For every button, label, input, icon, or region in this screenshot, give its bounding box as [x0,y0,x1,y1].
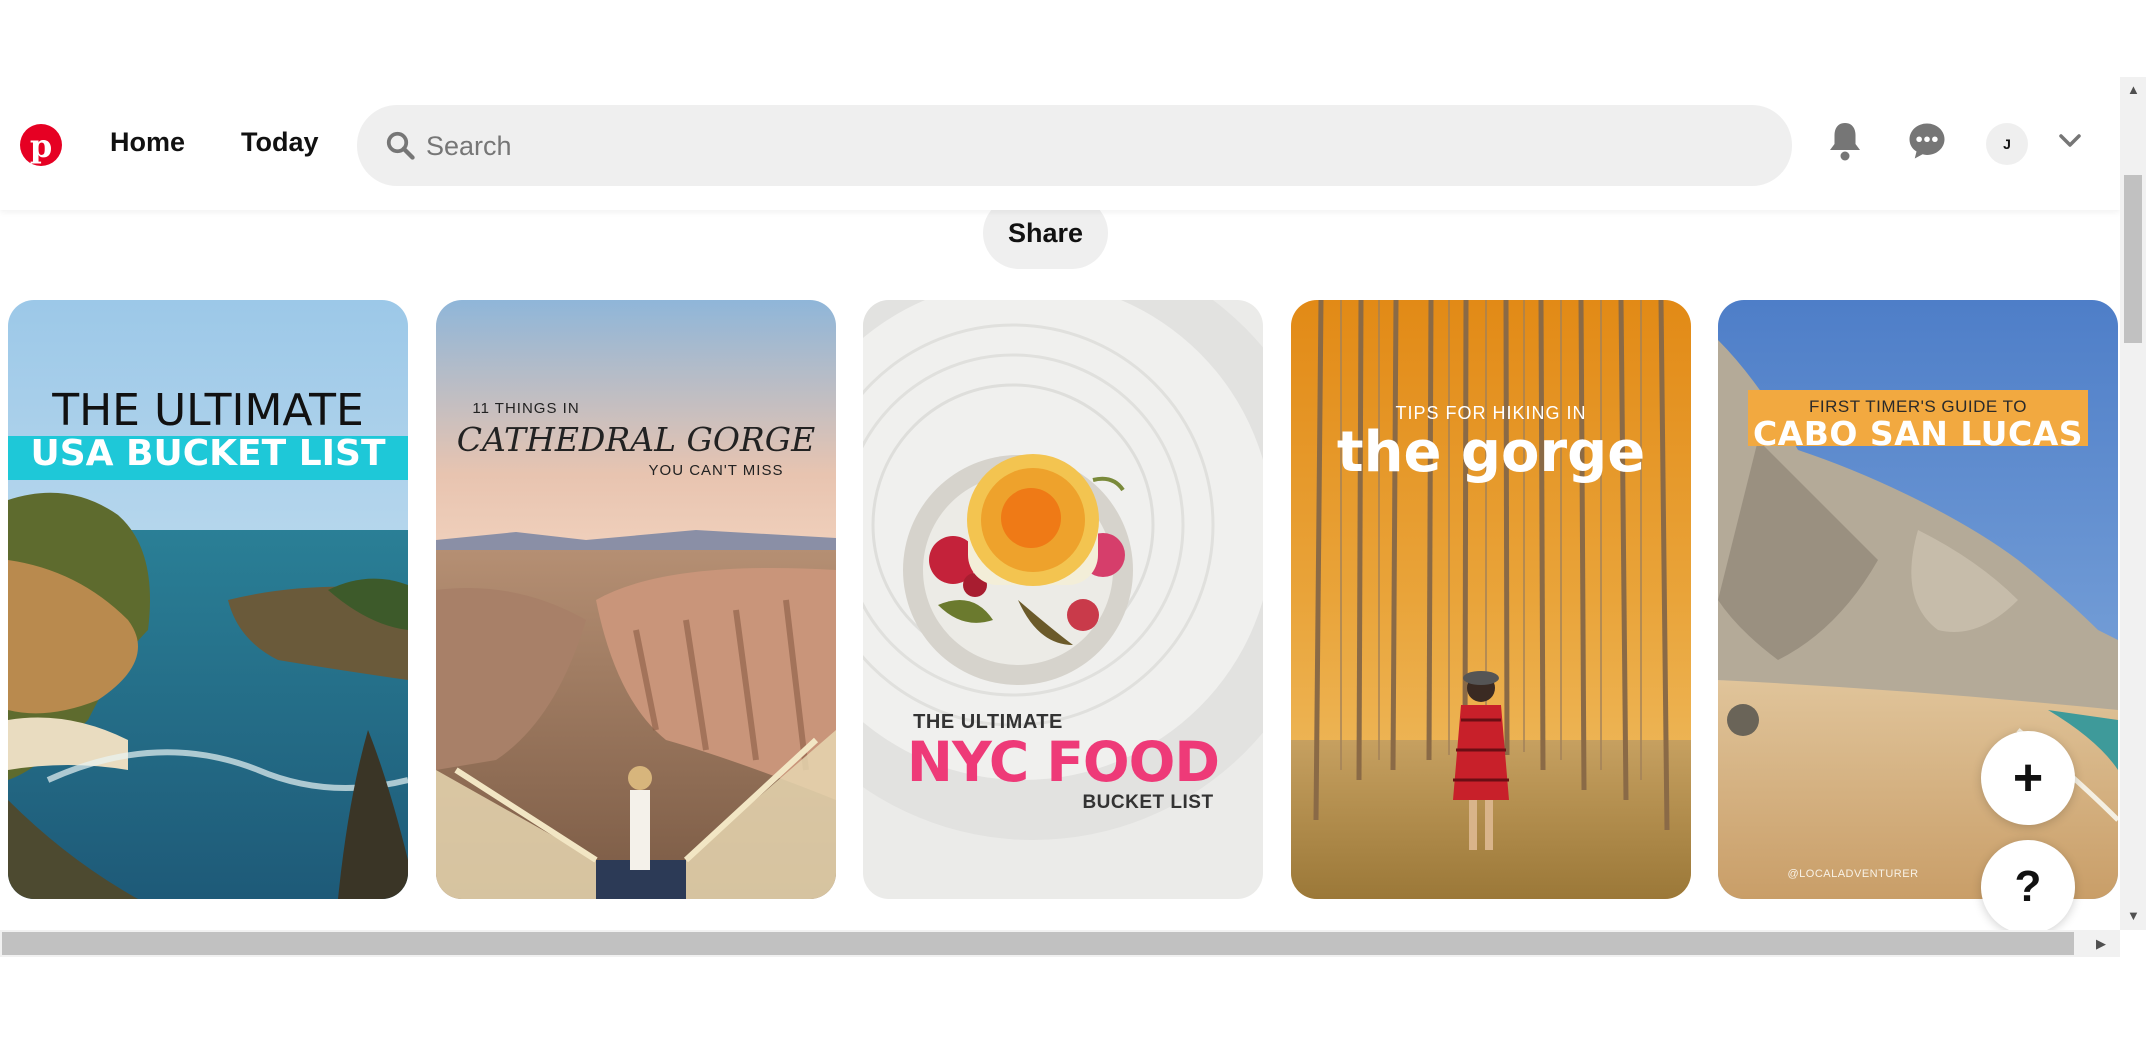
pinterest-logo-icon[interactable]: p [20,124,62,166]
scroll-right-arrow-icon[interactable]: ▶ [2096,937,2106,950]
pin-title-line-3: YOU CAN'T MISS [648,462,784,479]
search-icon [386,131,415,160]
horizontal-scrollbar-thumb[interactable] [2,932,2074,955]
scroll-up-arrow-icon[interactable]: ▲ [2127,83,2140,96]
pin-image [1291,300,1691,899]
nav-home[interactable]: Home [110,127,185,158]
chevron-down-icon[interactable] [2046,117,2094,165]
pin-usa-bucket-list[interactable]: THE ULTIMATE USA BUCKET LIST [8,300,408,899]
search-bar[interactable] [357,105,1792,188]
pin-image [436,300,836,899]
nav-today[interactable]: Today [241,127,319,158]
logo-letter: p [29,127,53,165]
horizontal-scrollbar[interactable]: ▶ [0,930,2120,957]
pin-title-line-2: USA BUCKET LIST [30,433,386,474]
browser-viewport: THE ULTIMATE USA BUCKET LIST 11 THINGS I… [0,77,2120,930]
search-input[interactable] [424,105,1728,188]
pin-title-line-2: CATHEDRAL GORGE [456,420,816,459]
pin-cathedral-gorge[interactable]: 11 THINGS IN CATHEDRAL GORGE YOU CAN'T M… [436,300,836,899]
pin-title-line-1: THE ULTIMATE [52,385,364,436]
pin-title-line-3: BUCKET LIST [1082,792,1214,813]
pin-title-line-2: the gorge [1336,420,1646,485]
notifications-bell-icon[interactable] [1821,117,1869,165]
vertical-scrollbar-thumb[interactable] [2124,175,2142,343]
pin-nyc-food[interactable]: THE ULTIMATE NYC FOOD BUCKET LIST [863,300,1263,899]
help-button[interactable]: ? [1981,840,2075,930]
pin-title-line-1: 11 THINGS IN [472,400,580,417]
pin-the-gorge[interactable]: TIPS FOR HIKING IN the gorge [1291,300,1691,899]
pin-title-line-2: CABO SAN LUCAS [1752,414,2084,453]
scroll-down-arrow-icon[interactable]: ▼ [2127,909,2140,922]
top-header: p Home Today J [0,77,2120,210]
create-button[interactable]: + [1981,731,2075,825]
vertical-scrollbar[interactable]: ▲ ▼ [2120,77,2146,930]
pin-title-line-2: NYC FOOD [906,730,1220,794]
avatar[interactable]: J [1986,123,2028,165]
messages-icon[interactable] [1903,117,1951,165]
